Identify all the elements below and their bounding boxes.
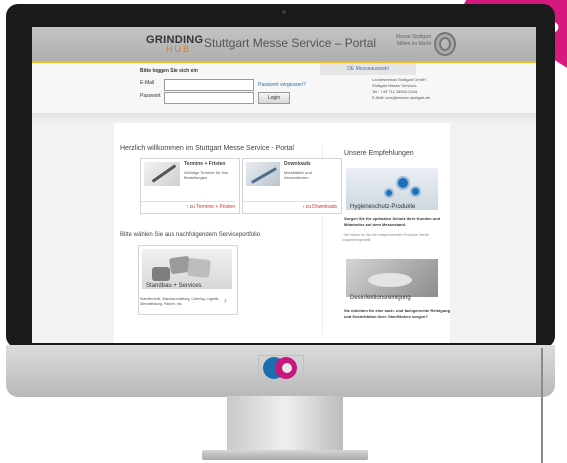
portal-header: GRINDING HUB Stuttgart Messe Service – P… [32, 27, 536, 61]
puzzle-piece-icon [187, 257, 211, 279]
contact-email[interactable]: E-Mail: sms@messe-stuttgart.de [372, 95, 492, 101]
login-button[interactable]: Login [258, 92, 290, 104]
disinfection-thumbnail-icon[interactable] [346, 259, 438, 297]
card-termine-title: Termine + Fristen [184, 161, 226, 167]
email-field[interactable] [164, 79, 254, 91]
portfolio-heading: Bitte wählen Sie aus nachfolgendem Servi… [120, 232, 261, 238]
virus-icon [412, 188, 419, 195]
card-termine-link[interactable]: › zu Termine + Fristen [141, 201, 235, 212]
fingerprint-logo-icon [434, 32, 456, 56]
forgot-password-link[interactable]: Passwort vergessen? [258, 82, 306, 88]
monitor-stand-foot [202, 450, 368, 460]
chevron-right-icon[interactable]: › [224, 296, 227, 305]
page-title: Stuttgart Messe Service – Portal [204, 36, 377, 50]
contact-info: Landesmesse Stuttgart GmbH Stuttgart Mes… [372, 77, 492, 101]
screen: GRINDING HUB Stuttgart Messe Service – P… [32, 27, 536, 343]
rec-hygiene-link[interactable]: › Wir haben für Sie die entsprechenden P… [342, 233, 454, 243]
monitor-stand-neck [227, 396, 343, 452]
card-downloads-title: Downloads [284, 161, 311, 167]
rec-disinfection-desc: Sie möchten für eine sach- und fachgerec… [344, 308, 451, 319]
welcome-heading: Herzlich willkommen im Stuttgart Messe S… [120, 145, 294, 152]
password-label: Passwort [140, 93, 161, 99]
virus-icon [386, 190, 392, 196]
camera-dot [282, 10, 286, 14]
rec-disinfection-title[interactable]: Desinfektionsreinigung [350, 295, 411, 301]
login-heading: Bitte loggen Sie sich ein [140, 68, 198, 74]
puzzle-piece-icon [152, 267, 170, 281]
pen-icon [251, 167, 277, 184]
service-card-desc: Standtechnik, Standausstattung, Catering… [140, 297, 220, 306]
service-card-title: Standbau + Services [146, 283, 202, 289]
recommendations-heading: Unsere Empfehlungen [344, 150, 414, 157]
login-panel: Bitte loggen Sie sich ein E-Mail Passwor… [32, 63, 536, 113]
virus-icon [398, 178, 408, 188]
messe-logo-text: Messe Stuttgart Mitten im Markt [385, 34, 431, 48]
card-downloads-link[interactable]: › zu Downloads [243, 201, 337, 212]
language-selector[interactable]: DE Messeauswahl [320, 63, 416, 75]
messe-logo-line1: Messe Stuttgart [395, 34, 431, 40]
card-termine-link-label[interactable]: zu Termine + Fristen [190, 204, 235, 210]
grinding-hub-logo-bottom[interactable]: HUB [166, 44, 191, 54]
card-downloads-link-label[interactable]: zu Downloads [306, 204, 337, 210]
power-cord [541, 348, 543, 463]
rec-hygiene-link-label[interactable]: Wir haben für Sie die entsprechenden Pro… [342, 233, 429, 242]
password-field[interactable] [164, 92, 254, 104]
content-band [32, 113, 536, 123]
card-downloads-desc: Merkblätter und Informationen [284, 170, 312, 180]
email-label: E-Mail [140, 80, 155, 86]
card-termine-desc: Wichtige Termine für Ihre Bestellungen [184, 170, 229, 180]
calendar-thumbnail-icon [144, 162, 180, 186]
messe-logo-line2: Mitten im Markt [396, 41, 431, 47]
rec-hygiene-desc: Sorgen Sie für optimalen Schutz Ihrer Ku… [344, 216, 441, 227]
documents-thumbnail-icon [246, 162, 280, 186]
rec-hygiene-title[interactable]: Hygieneschutz-Produkte [350, 204, 415, 210]
pen-icon [151, 164, 177, 183]
brand-logo-inner-circle-icon [282, 363, 292, 373]
cleaning-hand-icon [368, 273, 412, 287]
